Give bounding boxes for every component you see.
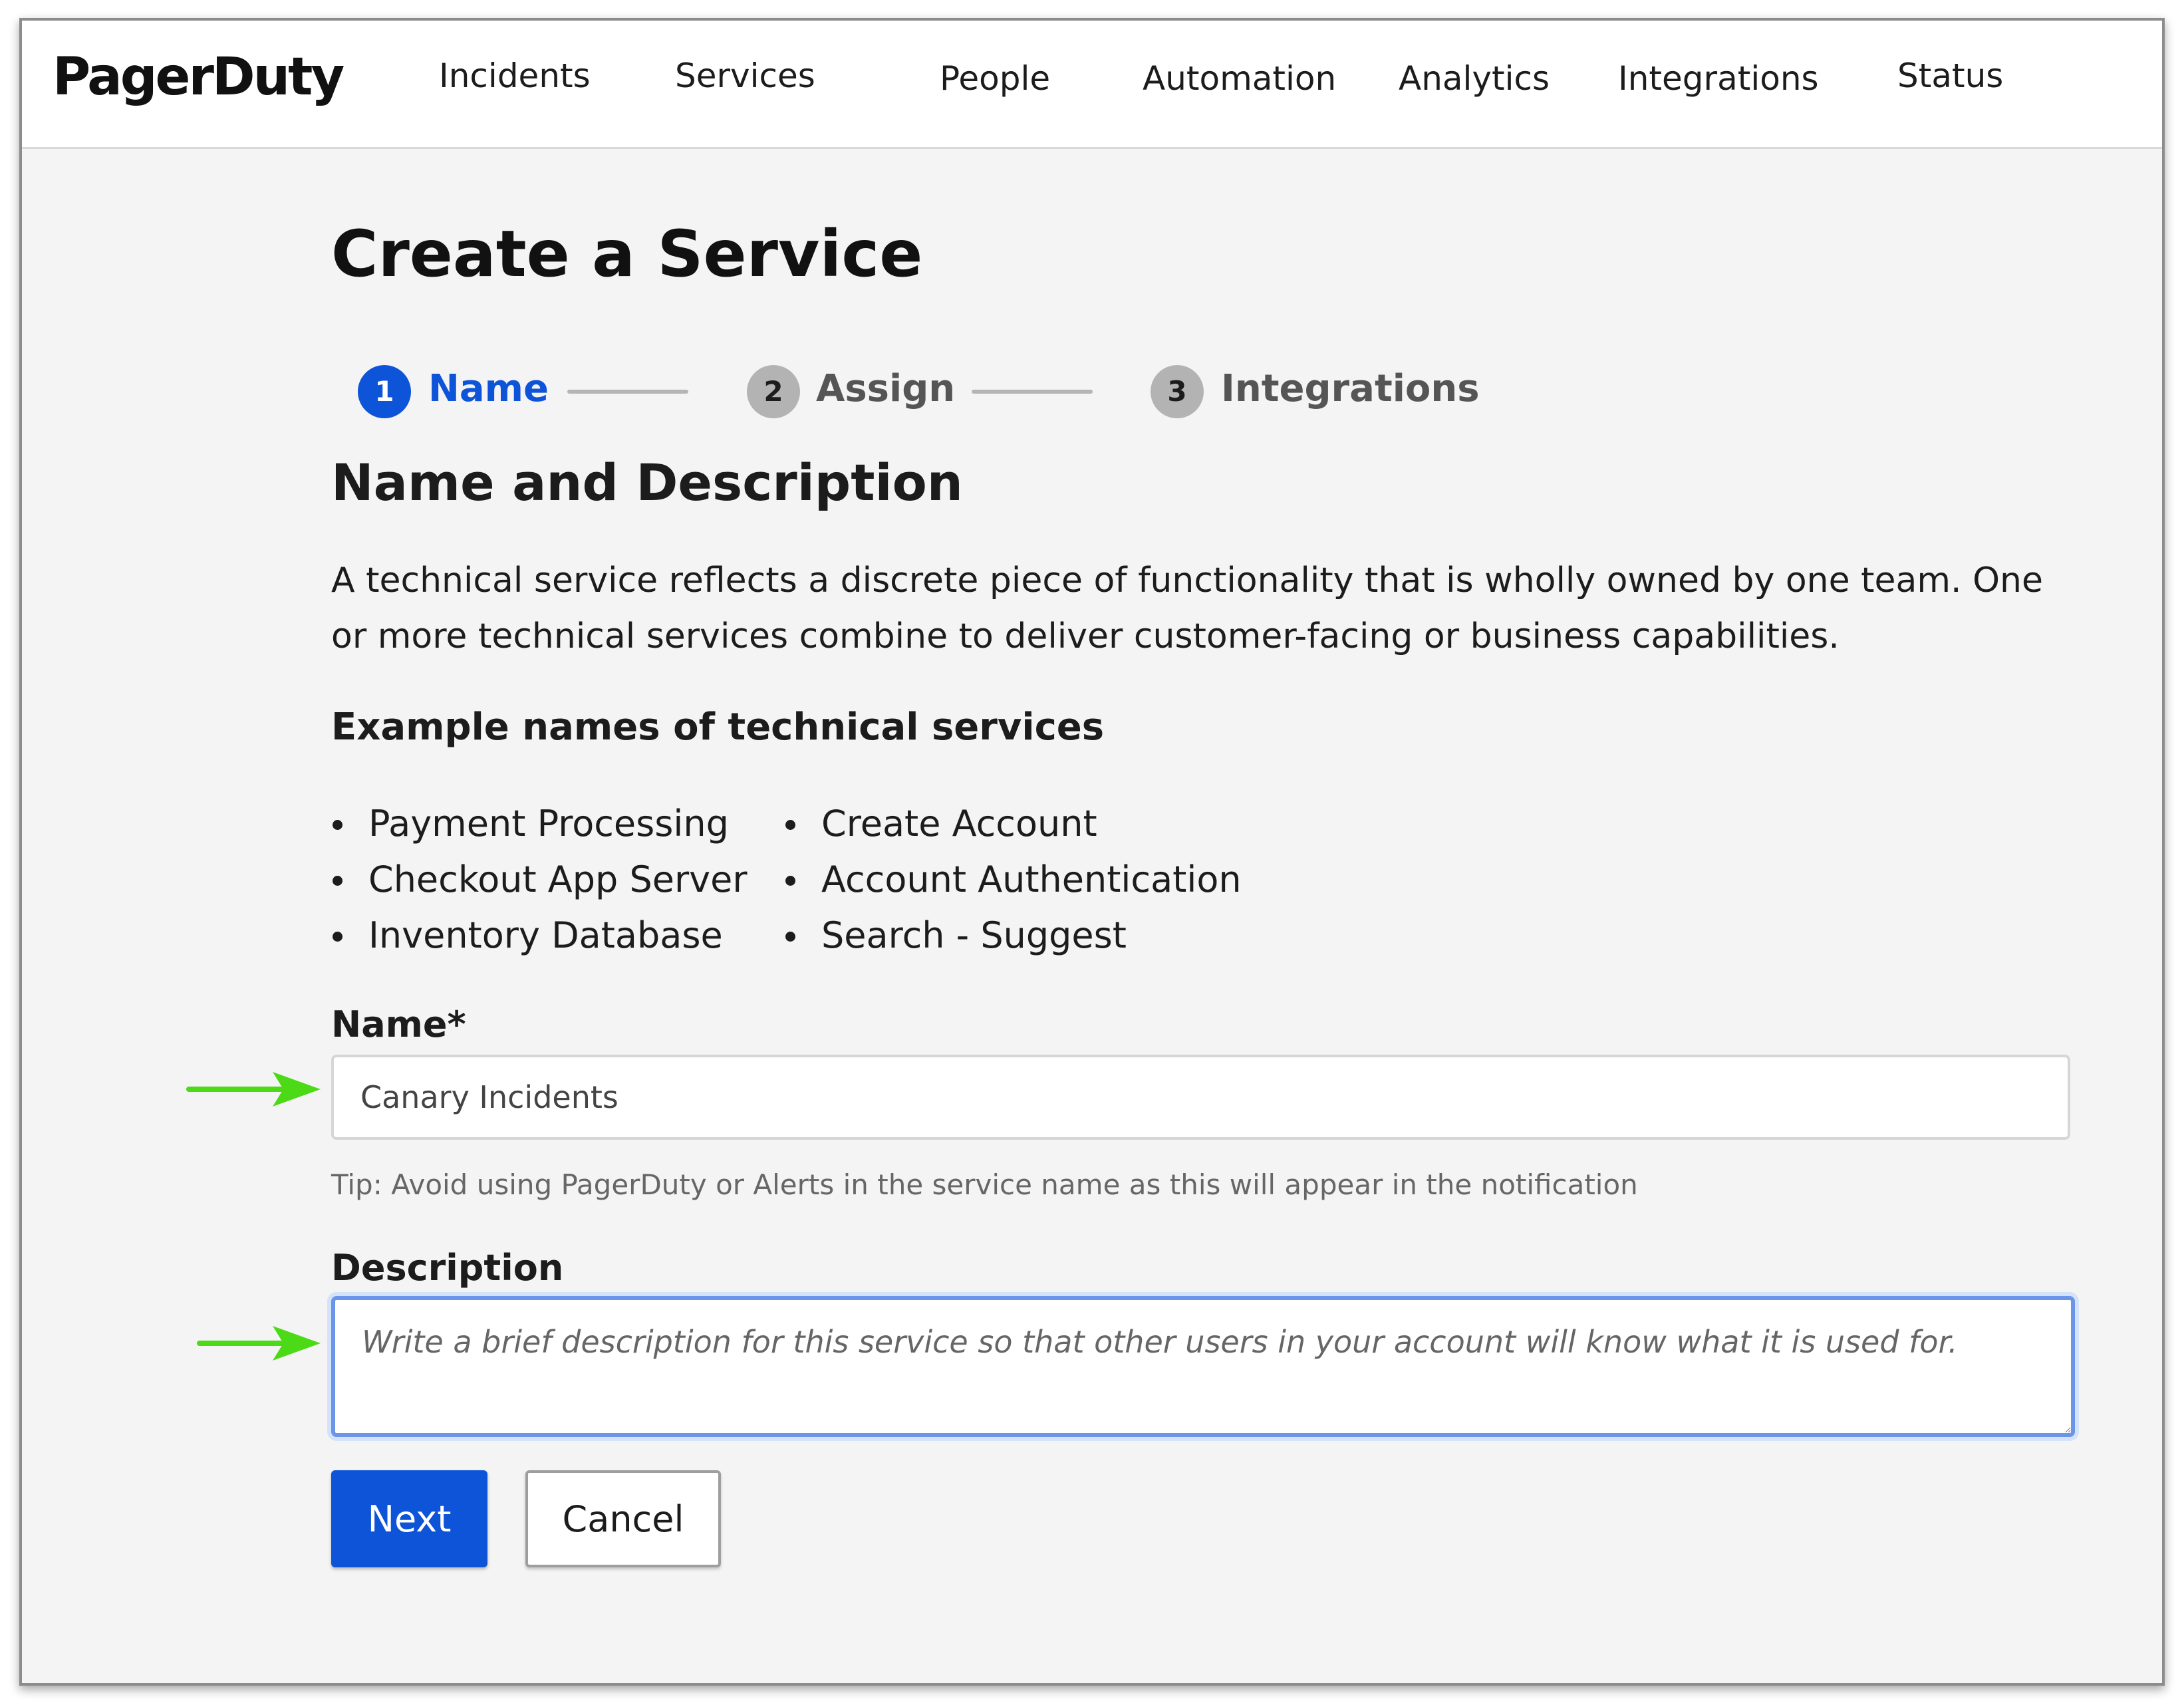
examples-list-right: Create Account Account Authentication Se… <box>784 796 1242 964</box>
step-3-number: 3 <box>1151 365 1204 418</box>
section-description: A technical service reflects a discrete … <box>331 561 2043 656</box>
step-3-label: Integrations <box>1221 367 1480 410</box>
list-item: Checkout App Server <box>331 852 748 908</box>
description-field-label: Description <box>331 1247 564 1289</box>
list-item: Inventory Database <box>331 908 748 964</box>
step-1-number: 1 <box>358 365 411 418</box>
page-title: Create a Service <box>331 217 923 291</box>
list-item: Search - Suggest <box>784 908 1242 964</box>
examples-title: Example names of technical services <box>331 706 1105 749</box>
annotation-arrow-icon <box>186 1072 321 1107</box>
step-1-label: Name <box>428 367 549 410</box>
cancel-button[interactable]: Cancel <box>525 1470 721 1567</box>
list-item: Payment Processing <box>331 796 748 852</box>
section-title: Name and Description <box>331 453 963 512</box>
main-content: Create a Service 1 Name 2 Assign 3 Integ… <box>22 21 2162 1683</box>
step-connector-2 <box>972 390 1093 394</box>
next-button[interactable]: Next <box>331 1470 487 1567</box>
name-field-label: Name* <box>331 1003 466 1045</box>
list-item: Create Account <box>784 796 1242 852</box>
service-name-input[interactable] <box>331 1055 2070 1140</box>
name-tip-text: Tip: Avoid using PagerDuty or Alerts in … <box>331 1168 1638 1201</box>
step-2-number: 2 <box>747 365 800 418</box>
list-item: Account Authentication <box>784 852 1242 908</box>
service-description-textarea[interactable] <box>331 1296 2075 1437</box>
app-window: PagerDuty Incidents Services People Auto… <box>19 18 2165 1686</box>
step-2-label: Assign <box>816 367 956 410</box>
step-connector-1 <box>567 390 688 394</box>
annotation-arrow-icon <box>197 1326 321 1361</box>
examples-list-left: Payment Processing Checkout App Server I… <box>331 796 748 964</box>
